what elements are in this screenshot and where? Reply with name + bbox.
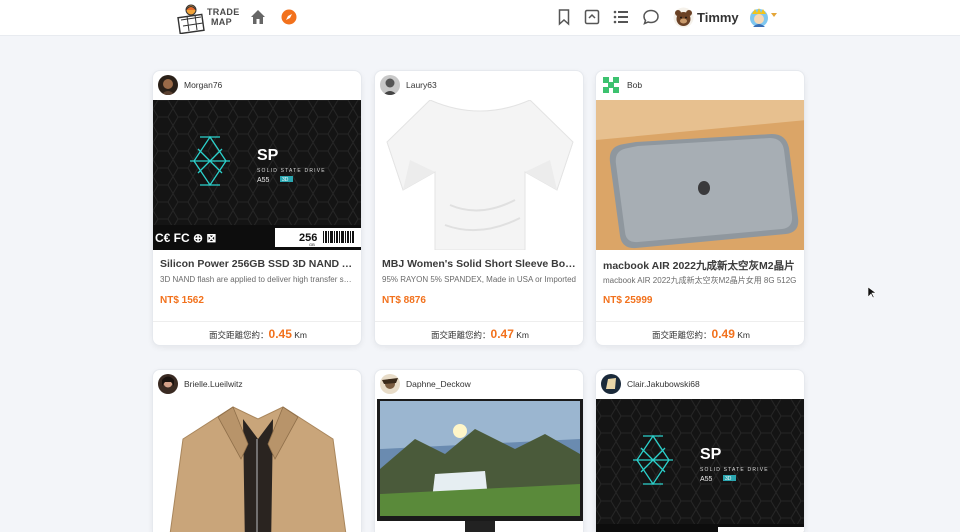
distance-value: 0.45 — [268, 327, 292, 341]
seller-name[interactable]: Laury63 — [406, 80, 437, 90]
ssd-brand: SP — [257, 147, 279, 164]
distance-unit: Km — [737, 330, 750, 340]
seller-name[interactable]: Bob — [627, 80, 642, 90]
svg-text:C€ FC ⊕ ⊠: C€ FC ⊕ ⊠ — [155, 231, 216, 245]
brand-line-2: MAP — [211, 17, 232, 27]
distance-footer: 面交距離您約：0.45 Km — [153, 321, 361, 345]
ssd-line: SOLID STATE DRIVE — [700, 467, 769, 473]
product-image[interactable] — [375, 399, 583, 532]
image-upload-icon[interactable] — [583, 8, 601, 26]
distance-value: 0.47 — [490, 327, 514, 341]
distance-value: 0.49 — [711, 327, 735, 341]
ssd-image: SP SOLID STATE DRIVE A55 3D 256 — [596, 399, 804, 532]
user-name[interactable]: Timmy — [697, 10, 739, 25]
product-price: NT$ 1562 — [160, 295, 204, 306]
product-title[interactable]: macbook AIR 2022九成新太空灰M2晶片 — [603, 258, 799, 273]
brand-line-1: TRADE — [207, 7, 240, 17]
product-description: 95% RAYON 5% SPANDEX, Made in USA or Imp… — [382, 275, 577, 284]
product-image[interactable] — [596, 100, 804, 250]
ssd-brand: SP — [700, 446, 722, 463]
jacket-image — [153, 399, 361, 532]
seller-avatar[interactable] — [601, 75, 621, 95]
product-card[interactable]: Morgan76 SP SOLID STATE DRIVE A55 3D C€ … — [152, 70, 362, 346]
product-title[interactable]: MBJ Women's Solid Short Sleeve Boat Neck… — [382, 258, 578, 270]
top-navbar: TRADE MAP Timmy — [0, 0, 960, 36]
seller-name[interactable]: Brielle.Lueilwitz — [184, 379, 243, 389]
product-title[interactable]: Silicon Power 256GB SSD 3D NAND A55 SLC … — [160, 258, 356, 270]
product-price: NT$ 25999 — [603, 295, 653, 306]
user-avatar-icon[interactable] — [673, 7, 694, 28]
chat-icon[interactable] — [642, 8, 660, 26]
shirt-image — [375, 100, 583, 250]
product-card[interactable]: Daphne_Deckow — [374, 369, 584, 532]
product-card[interactable]: Clair.Jakubowski68 SP SOLID STATE DRIVE … — [595, 369, 805, 532]
distance-unit: Km — [294, 330, 307, 340]
list-icon[interactable] — [612, 8, 630, 26]
card-header: Laury63 — [375, 71, 583, 100]
seller-avatar[interactable] — [380, 75, 400, 95]
card-header: Bob — [596, 71, 804, 100]
product-card[interactable]: Laury63 MBJ Women's Solid Short Sleeve B… — [374, 70, 584, 346]
card-header: Clair.Jakubowski68 — [596, 370, 804, 399]
card-header: Morgan76 — [153, 71, 361, 100]
product-description: 3D NAND flash are applied to deliver hig… — [160, 275, 356, 284]
product-image[interactable]: SP SOLID STATE DRIVE A55 3D C€ FC ⊕ ⊠ 25… — [153, 100, 361, 250]
home-icon[interactable] — [249, 8, 267, 26]
brand-text: TRADE MAP — [207, 7, 240, 27]
card-header: Daphne_Deckow — [375, 370, 583, 399]
ssd-unit: GB — [309, 242, 315, 247]
seller-name[interactable]: Morgan76 — [184, 80, 222, 90]
laptop-image — [596, 100, 804, 250]
product-card[interactable]: Bob macbook AIR 2022九成新太空灰M2晶片 macbook A… — [595, 70, 805, 346]
mouse-cursor-icon — [868, 287, 876, 299]
distance-label: 面交距離您約： — [431, 330, 491, 340]
distance-footer: 面交距離您約：0.47 Km — [375, 321, 583, 345]
notification-avatar-icon[interactable] — [748, 6, 770, 28]
seller-avatar[interactable] — [158, 75, 178, 95]
product-card[interactable]: Brielle.Lueilwitz — [152, 369, 362, 532]
distance-label: 面交距離您約： — [209, 330, 269, 340]
distance-footer: 面交距離您約：0.49 Km — [596, 321, 804, 345]
card-header: Brielle.Lueilwitz — [153, 370, 361, 399]
ssd-badge: 3D — [282, 177, 289, 183]
monitor-image — [375, 399, 583, 532]
compass-icon[interactable] — [280, 8, 298, 26]
seller-avatar[interactable] — [158, 374, 178, 394]
product-description: macbook AIR 2022九成新太空灰M2晶片女用 8G 512G — [603, 276, 797, 285]
seller-name[interactable]: Clair.Jakubowski68 — [627, 379, 700, 389]
distance-label: 面交距離您約： — [652, 330, 712, 340]
user-menu-caret-icon[interactable] — [771, 13, 777, 17]
ssd-line: SOLID STATE DRIVE — [257, 168, 326, 174]
distance-unit: Km — [516, 330, 529, 340]
ssd-image: SP SOLID STATE DRIVE A55 3D C€ FC ⊕ ⊠ 25… — [153, 100, 361, 250]
seller-name[interactable]: Daphne_Deckow — [406, 379, 471, 389]
product-image[interactable] — [153, 399, 361, 532]
ssd-badge: 3D — [725, 476, 732, 482]
product-image[interactable] — [375, 100, 583, 250]
seller-avatar[interactable] — [601, 374, 621, 394]
seller-avatar[interactable] — [380, 374, 400, 394]
bookmark-icon[interactable] — [555, 8, 573, 26]
product-image[interactable]: SP SOLID STATE DRIVE A55 3D 256 — [596, 399, 804, 532]
ssd-model: A55 — [257, 177, 270, 184]
product-price: NT$ 8876 — [382, 295, 426, 306]
ssd-model: A55 — [700, 476, 713, 483]
